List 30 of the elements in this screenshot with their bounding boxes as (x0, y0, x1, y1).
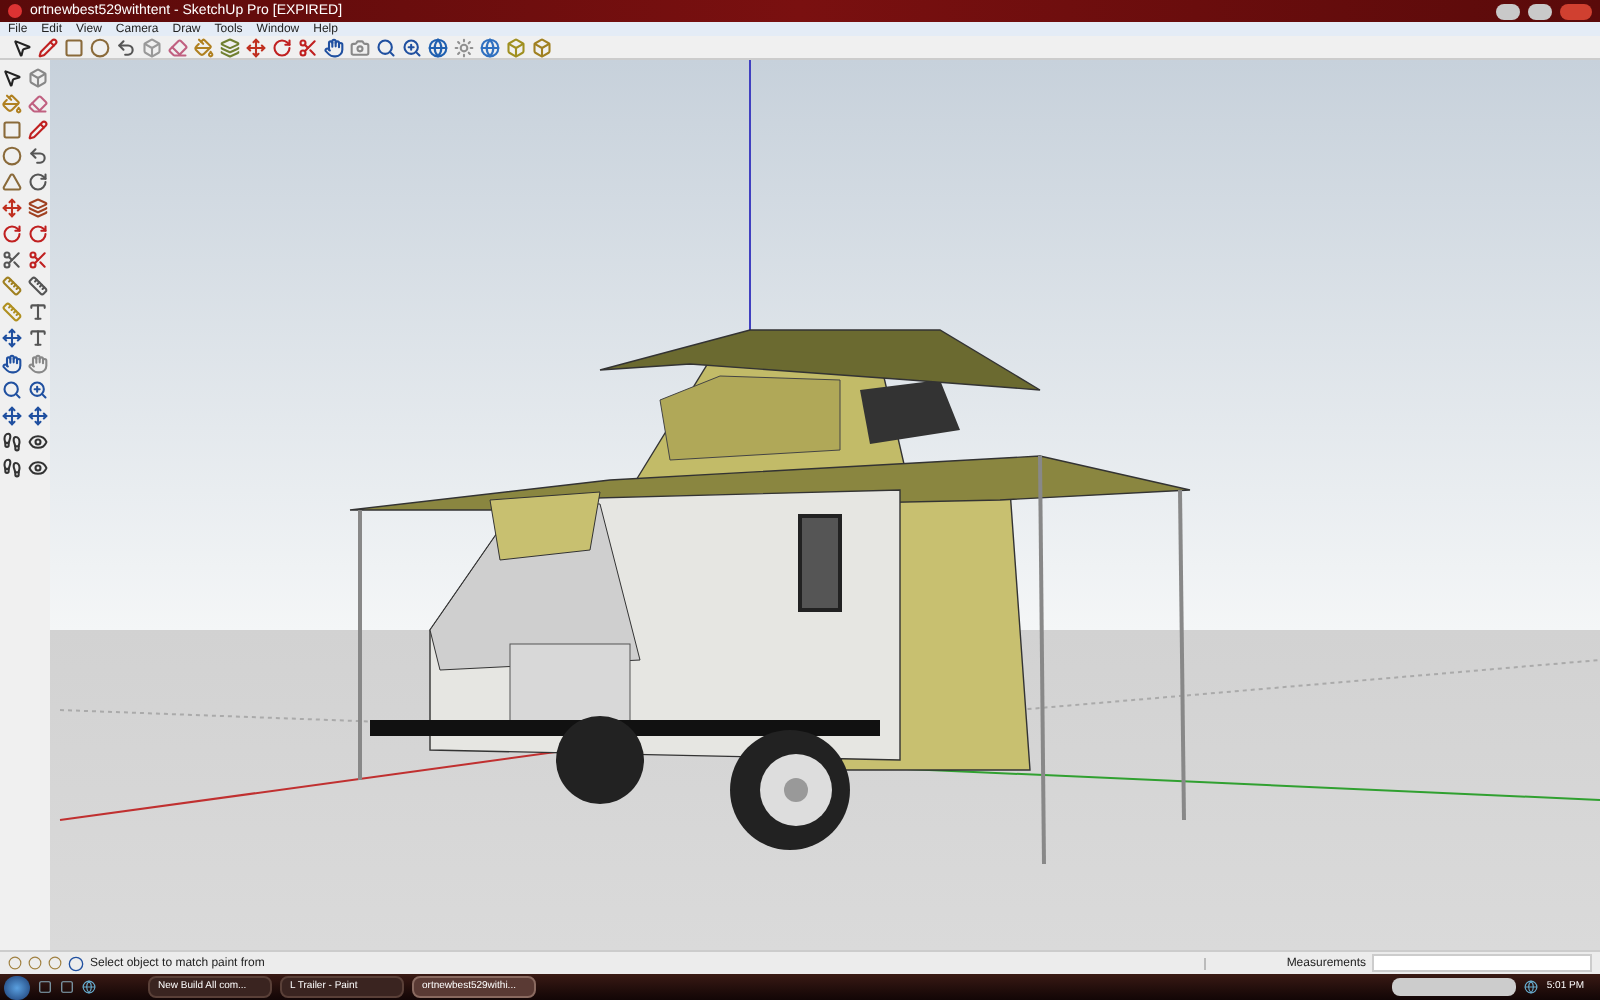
rotate-icon[interactable] (272, 37, 292, 57)
minimize-icon[interactable] (1496, 3, 1520, 19)
text-icon[interactable] (27, 302, 47, 322)
pan-hand-icon[interactable] (324, 37, 344, 57)
model-globe-icon[interactable] (480, 37, 500, 57)
circle-icon[interactable] (2, 146, 22, 166)
pencil-icon[interactable] (27, 120, 47, 140)
move-icon[interactable] (2, 198, 22, 218)
eraser-icon[interactable] (27, 94, 47, 114)
pencil-icon[interactable] (38, 37, 58, 57)
polygon-icon[interactable] (2, 172, 22, 192)
eraser-icon[interactable] (168, 37, 188, 57)
maximize-icon[interactable] (1528, 3, 1552, 19)
start-button[interactable] (4, 975, 30, 999)
walk-icon[interactable] (2, 432, 22, 452)
circle-icon[interactable] (90, 37, 110, 57)
measurements-field[interactable] (1372, 954, 1592, 972)
globe-icon[interactable] (428, 37, 448, 57)
paint-bucket-icon[interactable] (194, 37, 214, 57)
rectangle-icon[interactable] (2, 120, 22, 140)
browser-icon[interactable] (82, 980, 96, 994)
app-icon (8, 4, 22, 18)
tape-measure-icon[interactable] (2, 276, 22, 296)
zoom-icon[interactable] (2, 380, 22, 400)
zoom-icon[interactable] (376, 37, 396, 57)
pan-hand-icon[interactable] (27, 354, 47, 374)
rectangle-icon[interactable] (64, 37, 84, 57)
look-around-icon[interactable] (27, 432, 47, 452)
rotate-icon[interactable] (2, 224, 22, 244)
move-icon[interactable] (246, 37, 266, 57)
